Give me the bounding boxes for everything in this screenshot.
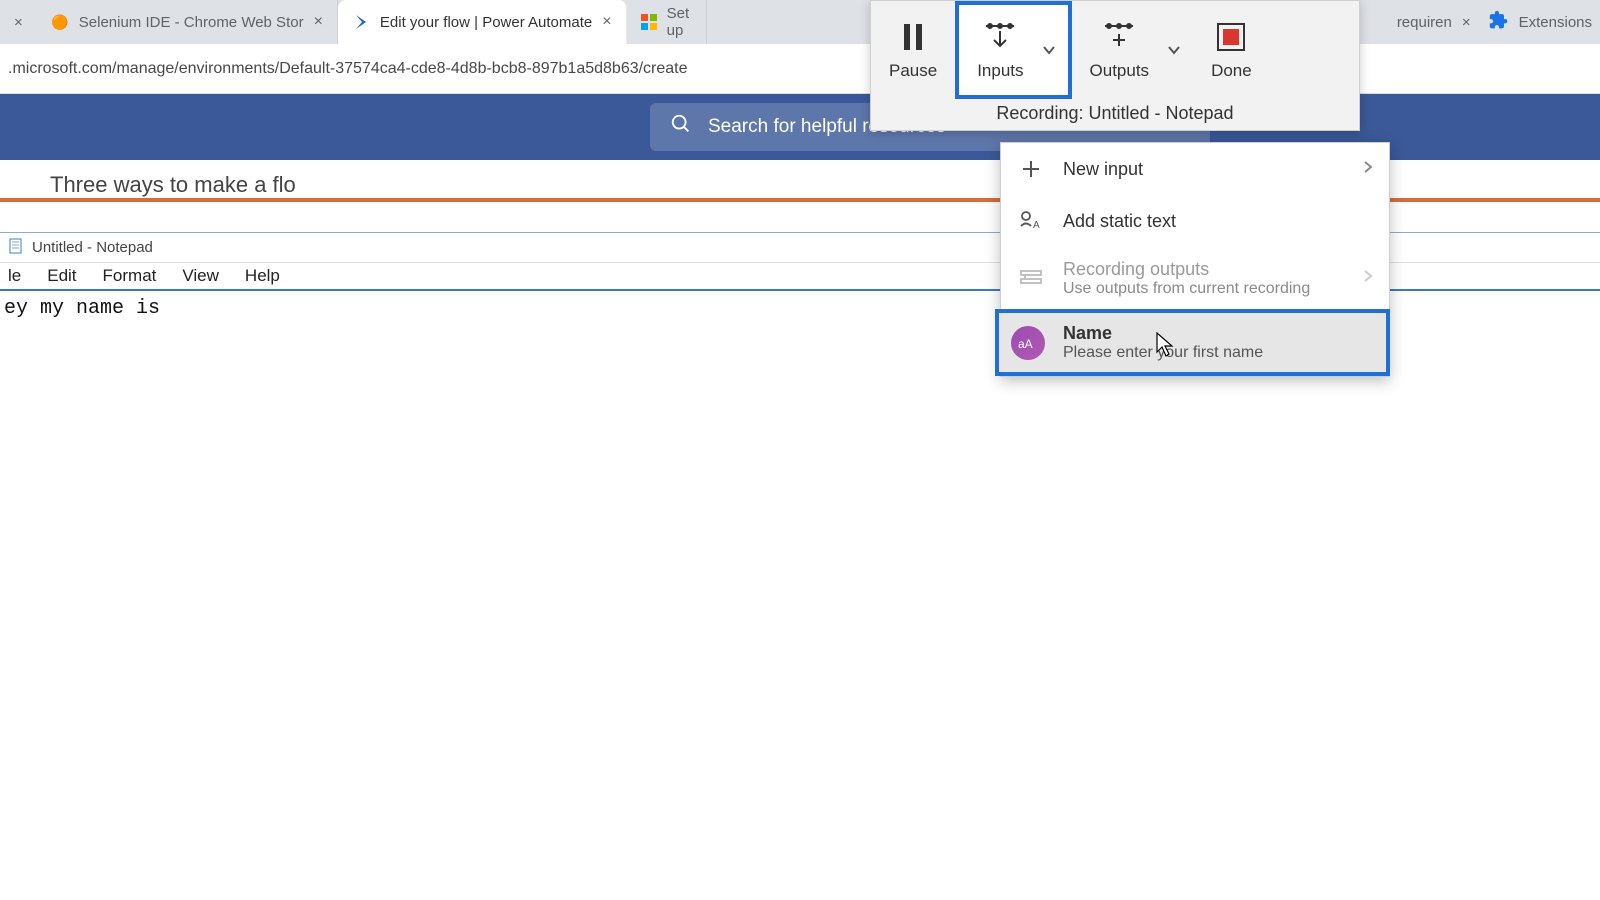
chevron-down-icon[interactable] [1038,42,1068,58]
item-label: Add static text [1063,211,1176,232]
tab-label: Edit your flow | Power Automate [380,14,592,31]
extensions-puzzle-icon[interactable] [1489,10,1509,34]
chevron-right-icon [1363,160,1373,179]
microsoft-favicon-icon [641,13,657,31]
address-bar[interactable]: .microsoft.com/manage/environments/Defau… [0,44,1600,94]
inputs-dropdown: New input A Add static text Recording ou… [1000,142,1390,377]
url-text: .microsoft.com/manage/environments/Defau… [8,60,688,78]
menu-format[interactable]: Format [103,266,157,286]
notepad-title: Untitled - Notepad [32,239,153,256]
done-button[interactable]: Done [1193,1,1270,99]
menu-view[interactable]: View [182,266,219,286]
done-label: Done [1211,61,1252,81]
chevron-right-icon [1363,269,1373,288]
inputs-button[interactable]: Inputs [955,1,1071,99]
pause-button[interactable]: Pause [871,1,955,99]
item-subtitle: Use outputs from current recording [1063,280,1310,298]
search-icon [670,113,692,141]
item-label: New input [1063,159,1143,180]
outputs-label: Outputs [1090,61,1150,81]
static-text-icon: A [1017,207,1045,235]
plus-icon [1017,155,1045,183]
page-heading-partial: Three ways to make a flo [50,172,296,198]
inputs-label: Inputs [977,61,1023,81]
outputs-icon [1103,19,1135,55]
selenium-favicon-icon: 🟠 [51,13,69,31]
tab-power-automate[interactable]: Edit your flow | Power Automate × [338,0,627,44]
outputs-button[interactable]: Outputs [1072,1,1194,99]
tab-label: Set up [667,5,692,39]
stop-icon [1216,19,1246,55]
svg-text:A: A [1033,220,1040,231]
new-input-item[interactable]: New input [1001,143,1389,195]
close-icon[interactable]: × [602,13,611,31]
close-icon[interactable]: × [1462,14,1471,31]
menu-file[interactable]: le [8,266,21,286]
notepad-app-icon [8,238,24,258]
tab-label: requiren [1397,14,1452,31]
close-icon[interactable]: × [314,13,323,31]
svg-text:aA: aA [1018,337,1033,351]
menu-help[interactable]: Help [245,266,280,286]
tab-strip-right: requiren × Extensions [1381,0,1600,44]
tab-requirements[interactable]: requiren × [1389,14,1479,31]
tab-setup[interactable]: Set up [627,0,707,44]
browser-tab-strip: × 🟠 Selenium IDE - Chrome Web Stor × Edi… [0,0,1600,44]
name-input-item[interactable]: aA Name Please enter your first name [995,309,1390,376]
close-icon[interactable]: × [14,14,23,31]
tab-selenium[interactable]: 🟠 Selenium IDE - Chrome Web Stor × [37,0,338,44]
extensions-label[interactable]: Extensions [1519,14,1592,31]
menu-edit[interactable]: Edit [47,266,76,286]
add-static-text-item[interactable]: A Add static text [1001,195,1389,247]
tab-label: Selenium IDE - Chrome Web Stor [79,14,304,31]
mouse-cursor-icon [1156,332,1176,363]
pause-icon [900,19,926,55]
recorder-status: Recording: Untitled - Notepad [871,99,1359,130]
recorder-toolbar: Pause Inputs Outputs [870,0,1360,131]
text-input-icon: aA [1011,326,1045,360]
chevron-down-icon[interactable] [1163,42,1193,58]
pause-label: Pause [889,61,937,81]
recording-outputs-icon [1017,265,1045,293]
item-title: Recording outputs [1063,259,1310,280]
recording-outputs-item: Recording outputs Use outputs from curre… [1001,247,1389,310]
power-automate-favicon-icon [352,13,370,31]
tab-partial-left[interactable]: × [0,0,37,44]
inputs-icon [984,19,1016,55]
